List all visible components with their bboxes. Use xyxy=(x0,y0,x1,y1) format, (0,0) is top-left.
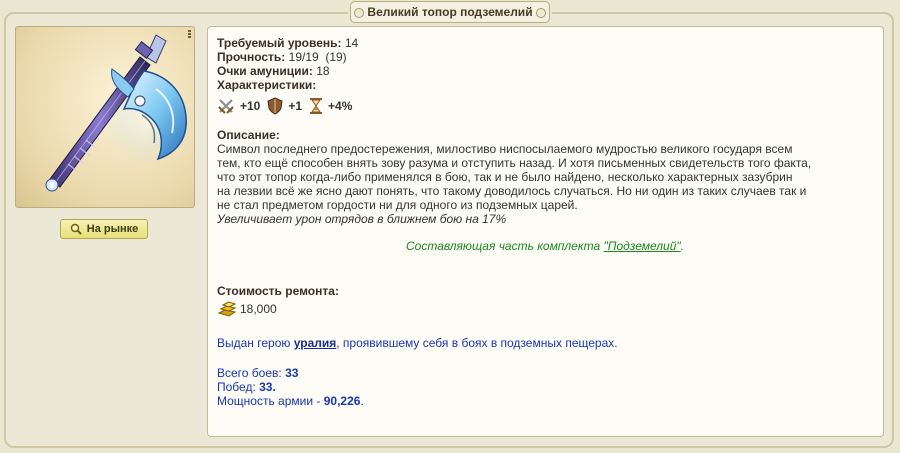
set-prefix: Составляющая часть комплекта xyxy=(406,239,604,253)
title-bar: Великий топор подземелий xyxy=(0,1,900,23)
item-title: Великий топор подземелий xyxy=(350,1,550,23)
magnifier-icon xyxy=(70,223,82,235)
stat-defense-value: +1 xyxy=(288,99,303,113)
attack-swords-icon xyxy=(218,99,234,114)
owner-suffix: , проявившему себя в боях в подземных пе… xyxy=(336,336,618,350)
battles-label: Всего боев: xyxy=(217,366,286,380)
army-power-end: . xyxy=(360,394,364,408)
battle-axe-icon xyxy=(45,34,188,192)
description-text: Символ последнего предостережения, милос… xyxy=(217,142,873,212)
durability-row: Прочность: 19/19 (19) xyxy=(217,50,873,64)
repair-cost: 18,000 xyxy=(217,301,873,317)
description-line: на лезвии всё же ясно дают понять, что т… xyxy=(217,184,807,198)
required-level-label: Требуемый уровень: xyxy=(217,36,342,50)
market-button-label: На рынке xyxy=(86,223,139,235)
description-label: Описание: xyxy=(217,128,280,142)
wins-row: Побед: 33. xyxy=(217,380,873,394)
effect-text: Увеличивает урон отрядов в ближнем бою н… xyxy=(217,212,507,226)
hero-link[interactable]: уралия xyxy=(294,336,337,350)
required-level-row: Требуемый уровень: 14 xyxy=(217,36,873,50)
durability-label: Прочность: xyxy=(217,50,286,64)
ammo-row: Очки амуниции: 18 xyxy=(217,64,873,78)
defense-shield-icon xyxy=(267,97,283,115)
set-info: Составляющая часть комплекта "Подземелий… xyxy=(217,239,873,253)
market-button[interactable]: На рынке xyxy=(60,219,148,239)
stat-attack-value: +10 xyxy=(240,99,261,113)
set-link[interactable]: "Подземелий" xyxy=(604,239,681,253)
characteristics-row: Характеристики: xyxy=(217,78,873,92)
image-grip-icon xyxy=(188,30,191,39)
required-level-value: 14 xyxy=(344,36,359,50)
ammo-label: Очки амуниции: xyxy=(217,64,313,78)
owner-line: Выдан герою уралия, проявившему себя в б… xyxy=(217,336,873,350)
army-power-row: Мощность армии - 90,226. xyxy=(217,394,873,408)
description-line: что этот топор когда-либо применялся в б… xyxy=(217,170,793,184)
set-suffix: . xyxy=(680,239,684,253)
durability-value: 19/19 (19) xyxy=(288,50,347,64)
wins-value: 33. xyxy=(259,380,276,394)
description-line: Символ последнего предостережения, милос… xyxy=(217,142,793,156)
repair-cost-label: Стоимость ремонта: xyxy=(217,284,339,298)
battles-row: Всего боев: 33 xyxy=(217,366,873,380)
characteristics-label: Характеристики: xyxy=(217,78,317,92)
item-image xyxy=(15,26,195,208)
battles-value: 33 xyxy=(285,366,299,380)
description-line: тем, кто ещё способен внять зову разума … xyxy=(217,156,812,170)
army-power-value: 90,226 xyxy=(323,394,361,408)
repair-cost-value: 18,000 xyxy=(240,302,277,316)
army-power-label: Мощность армии - xyxy=(217,394,324,408)
stat-initiative-value: +4% xyxy=(328,99,353,113)
ammo-value: 18 xyxy=(316,64,330,78)
gold-icon xyxy=(217,301,237,317)
item-info-panel: Требуемый уровень: 14 Прочность: 19/19 (… xyxy=(207,26,884,437)
initiative-hourglass-icon xyxy=(310,98,323,114)
description-line: не стал предметом гордости ни для одного… xyxy=(217,198,578,212)
owner-prefix: Выдан герою xyxy=(217,336,294,350)
stats-list: +10 +1 +4% xyxy=(217,96,873,116)
wins-label: Побед: xyxy=(217,380,260,394)
